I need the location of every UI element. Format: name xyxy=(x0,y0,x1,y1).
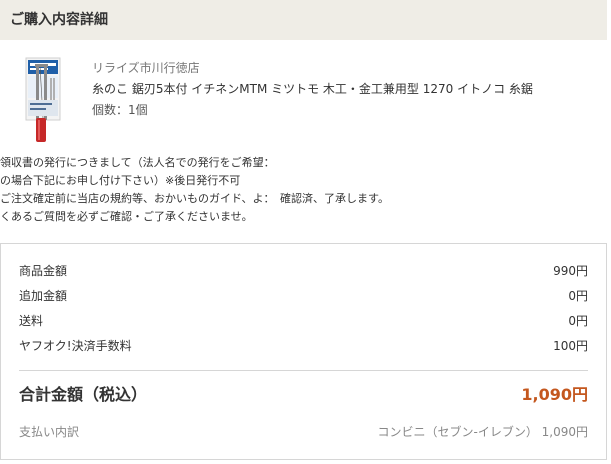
note-line: 領収書の発行につきまして（法人名での発行をご希望： xyxy=(0,156,275,169)
summary-label: 商品金額 xyxy=(19,264,68,278)
total-row: 合計金額（税込） 1,090円 xyxy=(19,382,588,408)
summary-row-payment-fee: ヤフオク!決済手数料 100円 xyxy=(19,336,588,356)
summary-value: 0円 xyxy=(568,289,588,303)
total-value: 1,090円 xyxy=(521,385,588,404)
purchase-details-page: ご購入内容詳細 リライズ市川行徳店 糸のこ 鋸刃5本付 イチネンMTM ミツトモ… xyxy=(0,0,611,464)
summary-value: 990円 xyxy=(553,264,588,278)
summary-row-additional: 追加金額 0円 xyxy=(19,286,588,306)
shop-name[interactable]: リライズ市川行徳店 xyxy=(92,60,592,76)
summary-label: 送料 xyxy=(19,314,44,328)
summary-label: ヤフオク!決済手数料 xyxy=(19,339,132,353)
section-title: ご購入内容詳細 xyxy=(10,12,108,28)
payment-label: 支払い内訳 xyxy=(19,425,80,439)
product-info: リライズ市川行徳店 糸のこ 鋸刃5本付 イチネンMTM ミツトモ 木工・金工兼用… xyxy=(92,60,592,118)
note-line: ご注文確定前に当店の規約等、おかいものガイド、よ： 確認済、了承します。 xyxy=(0,192,389,205)
product-item: リライズ市川行徳店 糸のこ 鋸刃5本付 イチネンMTM ミツトモ 木工・金工兼用… xyxy=(0,52,607,144)
section-header: ご購入内容詳細 xyxy=(0,0,607,40)
summary-row-item-price: 商品金額 990円 xyxy=(19,261,588,281)
note-line: の場合下記にお申し付け下さい）※後日発行不可 xyxy=(0,174,241,187)
product-name[interactable]: 糸のこ 鋸刃5本付 イチネンMTM ミツトモ 木工・金工兼用型 1270 イトノ… xyxy=(92,81,592,97)
note-line: くあるご質問を必ずご確認・ご了承くださいませ。 xyxy=(0,210,253,223)
summary-value: 100円 xyxy=(553,339,588,353)
summary-row-shipping: 送料 0円 xyxy=(19,311,588,331)
product-quantity: 個数：1個 xyxy=(92,103,148,117)
summary-value: 0円 xyxy=(568,314,588,328)
order-notes: 領収書の発行につきまして（法人名での発行をご希望： の場合下記にお申し付け下さい… xyxy=(0,154,611,226)
hand-saw-package-image xyxy=(25,57,61,142)
payment-value: コンビニ（セブン-イレブン） 1,090円 xyxy=(377,425,589,439)
summary-label: 追加金額 xyxy=(19,289,68,303)
total-label: 合計金額（税込） xyxy=(19,385,148,404)
product-thumbnail[interactable] xyxy=(16,56,64,144)
summary-divider xyxy=(19,370,588,371)
price-summary-box: 商品金額 990円 追加金額 0円 送料 0円 ヤフオク!決済手数料 100円 … xyxy=(0,243,607,460)
payment-breakdown-row: 支払い内訳 コンビニ（セブン-イレブン） 1,090円 xyxy=(19,422,588,442)
